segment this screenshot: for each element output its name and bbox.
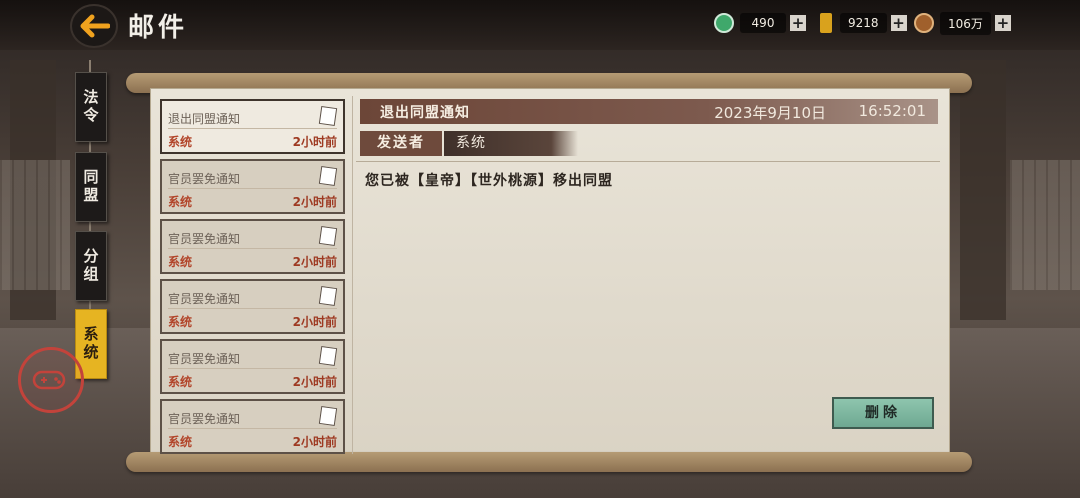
document-icon — [318, 405, 338, 427]
mail-body: 您已被【皇帝】【世外桃源】移出同盟 — [365, 173, 613, 189]
detail-divider — [356, 161, 940, 162]
hall-pillar — [960, 60, 1006, 320]
tab-decree[interactable]: 法令 — [75, 72, 107, 142]
mail-divider — [168, 368, 337, 369]
tab-alliance[interactable]: 同盟 — [75, 152, 107, 222]
mail-sender: 系统 — [168, 195, 193, 209]
mail-detail-header: 退出同盟通知 2023年9月10日 16:52:01 — [360, 99, 938, 124]
add-jade-button[interactable]: + — [790, 15, 806, 31]
scroll-rod-bottom — [126, 452, 972, 472]
mail-divider — [168, 248, 337, 249]
resource-value: 490 — [740, 13, 786, 33]
mail-sender: 系统 — [168, 435, 193, 449]
mail-detail-time: 16:52:01 — [858, 102, 926, 120]
mail-subject: 退出同盟通知 — [168, 112, 241, 126]
sender-value: 系统 — [444, 131, 578, 156]
delete-button[interactable]: 删除 — [832, 397, 934, 429]
mail-item[interactable]: 官员罢免通知 系统 2小时前 — [160, 219, 345, 274]
add-copper-button[interactable]: + — [994, 15, 1011, 31]
gamepad-icon — [32, 370, 66, 390]
document-icon — [318, 165, 338, 187]
mail-subject: 官员罢免通知 — [168, 292, 241, 306]
document-icon — [318, 285, 338, 307]
mail-subject: 官员罢免通知 — [168, 172, 241, 186]
mail-item[interactable]: 官员罢免通知 系统 2小时前 — [160, 339, 345, 394]
sender-label: 发送者 — [360, 131, 442, 156]
mail-detail-title: 退出同盟通知 — [380, 105, 470, 121]
jade-coin-icon — [714, 13, 734, 33]
mail-time: 2小时前 — [292, 195, 337, 209]
resource-value: 9218 — [840, 13, 887, 33]
copper-coin-icon — [914, 13, 934, 33]
mail-time: 2小时前 — [292, 375, 337, 389]
mail-divider — [168, 188, 337, 189]
mail-time: 2小时前 — [292, 315, 337, 329]
document-icon — [318, 345, 338, 367]
mail-sender: 系统 — [168, 315, 193, 329]
mail-time: 2小时前 — [292, 435, 337, 449]
page-title: 邮件 — [128, 13, 189, 43]
mail-sender: 系统 — [168, 255, 193, 269]
mail-item[interactable]: 退出同盟通知 系统 2小时前 — [160, 99, 345, 154]
tab-group[interactable]: 分组 — [75, 231, 107, 301]
mail-subject: 官员罢免通知 — [168, 232, 241, 246]
resource-value: 106万 — [940, 11, 991, 35]
resource-jade: 490 + — [714, 12, 806, 34]
mail-divider — [168, 308, 337, 309]
add-gold-button[interactable]: + — [890, 15, 907, 31]
back-button[interactable] — [70, 4, 118, 48]
hall-window — [0, 160, 70, 290]
mail-time: 2小时前 — [292, 135, 337, 149]
mail-time: 2小时前 — [292, 255, 337, 269]
mail-subject: 官员罢免通知 — [168, 352, 241, 366]
mail-sender: 系统 — [168, 135, 193, 149]
resource-gold: 9218 + — [816, 12, 907, 34]
top-bar: 邮件 490 + 9218 + 106万 + — [0, 0, 1080, 50]
mail-divider — [168, 428, 337, 429]
hall-window — [1010, 160, 1080, 290]
back-arrow-icon — [80, 14, 110, 38]
mail-sender: 系统 — [168, 375, 193, 389]
resource-copper: 106万 + — [914, 11, 1011, 35]
mail-detail-date: 2023年9月10日 — [714, 104, 826, 122]
mail-item[interactable]: 官员罢免通知 系统 2小时前 — [160, 159, 345, 214]
sender-row: 发送者 系统 — [360, 131, 578, 156]
floating-gamepad-button[interactable] — [18, 347, 84, 413]
mail-item[interactable]: 官员罢免通知 系统 2小时前 — [160, 279, 345, 334]
mail-item[interactable]: 官员罢免通知 系统 2小时前 — [160, 399, 345, 454]
mail-divider — [168, 128, 337, 129]
document-icon — [318, 105, 338, 127]
gold-token-icon — [820, 13, 832, 33]
mail-subject: 官员罢免通知 — [168, 412, 241, 426]
document-icon — [318, 225, 338, 247]
panel-divider — [352, 96, 353, 454]
